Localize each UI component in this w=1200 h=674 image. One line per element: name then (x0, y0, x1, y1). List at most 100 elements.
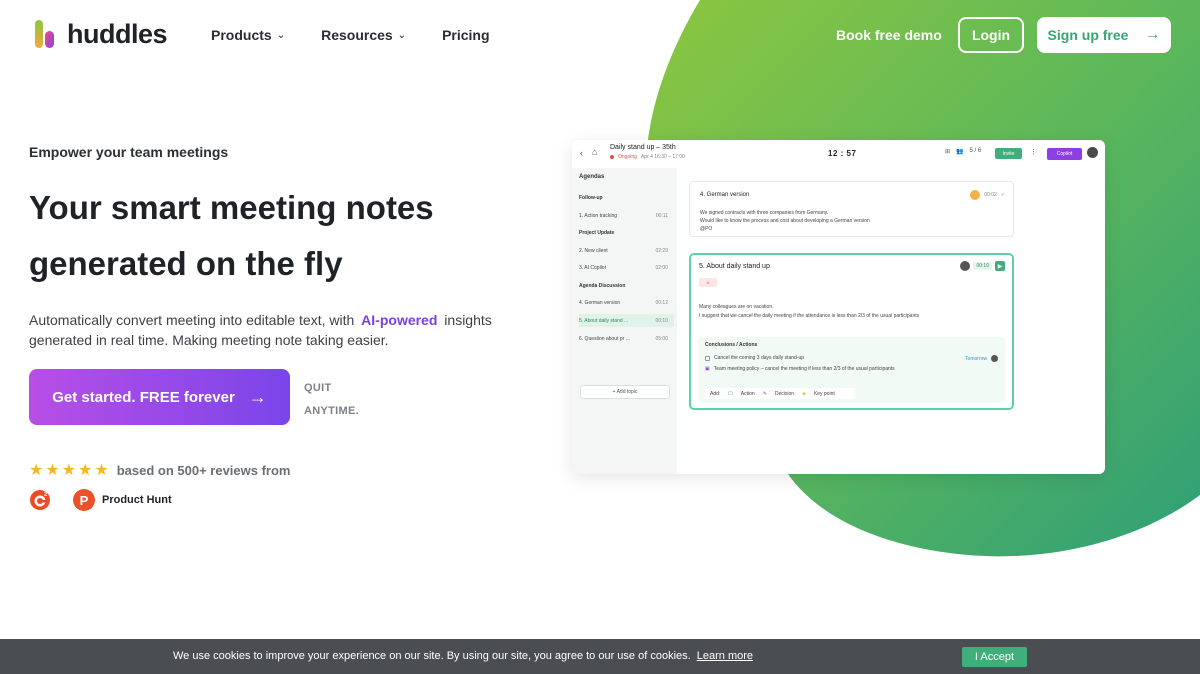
agenda-group: Agenda Discussion (579, 282, 626, 289)
nav-resources[interactable]: Resources ⌄ (321, 27, 406, 43)
quit-anytime-note: QUIT ANYTIME. (304, 377, 359, 423)
arrow-right-icon: → (1144, 26, 1161, 43)
star-icon: ★ (94, 462, 109, 479)
participants-count: 5 / 6 (969, 148, 982, 154)
meeting-title: Daily stand up – 35th (610, 144, 676, 151)
nav-products[interactable]: Products ⌄ (211, 27, 285, 43)
nav-pricing-label: Pricing (442, 27, 490, 43)
user-avatar (1087, 147, 1098, 158)
signup-button[interactable]: Sign up free → (1037, 17, 1171, 53)
action-item: Cancel the coming 3 days daily stand-up (705, 355, 804, 361)
due-date: Tomorrow (965, 356, 987, 362)
agenda-group: Project Update (579, 229, 615, 236)
checkbox-icon (705, 355, 710, 361)
card-body: We signed contracts with three companies… (700, 210, 870, 232)
avatar (960, 261, 971, 271)
agenda-card-daily-standup: 5. About daily stand up 00:10 ▶ H Many c… (689, 253, 1014, 410)
card-meta: 00:10 ▶ (960, 261, 1005, 271)
chevron-down-icon: ⌄ (276, 29, 286, 41)
avatar (970, 190, 981, 200)
card-time: 00:02 (984, 192, 997, 198)
cookie-banner: We use cookies to improve your experienc… (0, 639, 1200, 674)
more-icon: ⋮ (1030, 149, 1037, 156)
copilot-button: Copilot (1047, 148, 1082, 160)
login-button[interactable]: Login (958, 17, 1024, 53)
cta-label: Get started. FREE forever (52, 388, 235, 406)
meeting-status: Ongoing Apr 4 16:30 – 17:00 (610, 154, 685, 160)
product-hunt-icon: P (73, 489, 95, 511)
star-icon: ★ (61, 462, 77, 479)
quit-line-2: ANYTIME. (304, 405, 359, 417)
product-hunt-label: Product Hunt (102, 494, 172, 506)
headline-line-1: Your smart meeting notes (29, 189, 434, 226)
brand-name: huddles (67, 18, 168, 49)
agenda-item-active: 5. About daily stand ... 00:10 (579, 314, 674, 327)
rating: ★ ★ ★ ★ ★ based on 500+ reviews from (29, 460, 291, 480)
mockup-topbar: ‹ ⌂ Daily stand up – 35th Ongoing Apr 4 … (572, 140, 1105, 168)
agenda-item: 2. New client 02:29 (579, 247, 668, 254)
huddles-logo-icon (35, 20, 54, 48)
card-time: 00:10 (973, 262, 992, 270)
agenda-item: 3. AI Copilot 02:00 (579, 264, 668, 271)
card-title: 5. About daily stand up (699, 263, 770, 270)
chevron-down-icon: ⌄ (397, 29, 407, 41)
hero-kicker: Empower your team meetings (29, 144, 229, 160)
accept-cookies-button[interactable]: I Accept (962, 647, 1027, 667)
hero-headline: Your smart meeting notes generated on th… (29, 180, 549, 292)
key-point-icon: ◈ (802, 390, 806, 397)
meeting-date: Apr 4 16:30 – 17:00 (640, 154, 685, 160)
star-icon: ★ (45, 462, 60, 479)
meeting-timer: 12 : 57 (828, 149, 857, 158)
action-icon: ☐ (728, 390, 733, 397)
g2-logo-icon[interactable]: 2 (29, 489, 51, 511)
card-title: 4. German version (700, 192, 750, 198)
agenda-item: 4. German version 00:12 (579, 299, 668, 306)
agenda-group: Follow-up (579, 194, 603, 201)
agenda-item: 6. Question about pr ... 05:00 (579, 335, 668, 342)
mockup-toolbar-icons: ⊞ 👥 5 / 6 (945, 148, 981, 155)
check-icon: ✓ (1000, 192, 1005, 198)
nav-pricing[interactable]: Pricing (442, 27, 489, 43)
arrow-right-icon: → (248, 386, 267, 407)
hero-subtitle: Automatically convert meeting into edita… (29, 310, 509, 350)
ai-powered-highlight: AI-powered (361, 312, 438, 328)
agenda-sidebar: Agendas Follow-up 1. Action tracking 00:1… (572, 168, 677, 474)
home-icon: ⌂ (592, 147, 598, 157)
brand-logo[interactable]: huddles (33, 18, 168, 50)
status-dot-icon (610, 155, 614, 159)
learn-more-link[interactable]: Learn more (697, 650, 753, 662)
nav-products-label: Products (211, 27, 272, 43)
layout-icon: ⊞ (945, 149, 951, 155)
priority-tag: H (699, 278, 717, 287)
decision-icon: ✎ (762, 390, 767, 397)
card-meta: 00:02 ✓ (970, 190, 1005, 200)
play-icon: ▶ (995, 261, 1005, 271)
quit-line-1: QUIT (304, 382, 332, 394)
headline-line-2: generated on the fly (29, 245, 343, 282)
cookie-text: We use cookies to improve your experienc… (173, 650, 754, 662)
main-nav: Products ⌄ Resources ⌄ Pricing (211, 27, 490, 43)
back-icon: ‹ (580, 148, 583, 158)
reviews-text: based on 500+ reviews from (116, 462, 291, 478)
subtitle-part-1: Automatically convert meeting into edita… (29, 312, 355, 328)
invite-button: Invite (995, 148, 1022, 159)
star-icon: ★ (29, 462, 44, 479)
agenda-item: 1. Action tracking 00:11 (579, 212, 668, 219)
add-row: Add: ☐ Action ✎ Decision ◈ Key point (705, 388, 855, 399)
product-hunt-badge[interactable]: P Product Hunt (73, 489, 172, 511)
agenda-heading: Agendas (579, 174, 605, 180)
card-body: Many colleagues are on vacation. I sugge… (699, 304, 920, 319)
avatar (991, 355, 998, 362)
decision-icon: ▣ (705, 366, 710, 372)
agenda-card-german-version: 4. German version 00:02 ✓ We signed cont… (689, 181, 1014, 237)
star-icon: ★ (78, 462, 93, 479)
status-label: Ongoing (618, 154, 637, 160)
signup-label: Sign up free (1047, 27, 1129, 43)
add-topic-button: + Add topic (580, 385, 670, 399)
participants-icon: 👥 (956, 149, 964, 155)
book-demo-link[interactable]: Book free demo (836, 27, 942, 43)
app-mockup: ‹ ⌂ Daily stand up – 35th Ongoing Apr 4 … (572, 140, 1105, 474)
nav-resources-label: Resources (321, 27, 393, 43)
decision-item: ▣ Team meeting policy – cancel the meeti… (705, 366, 895, 372)
get-started-button[interactable]: Get started. FREE forever → (29, 369, 290, 425)
